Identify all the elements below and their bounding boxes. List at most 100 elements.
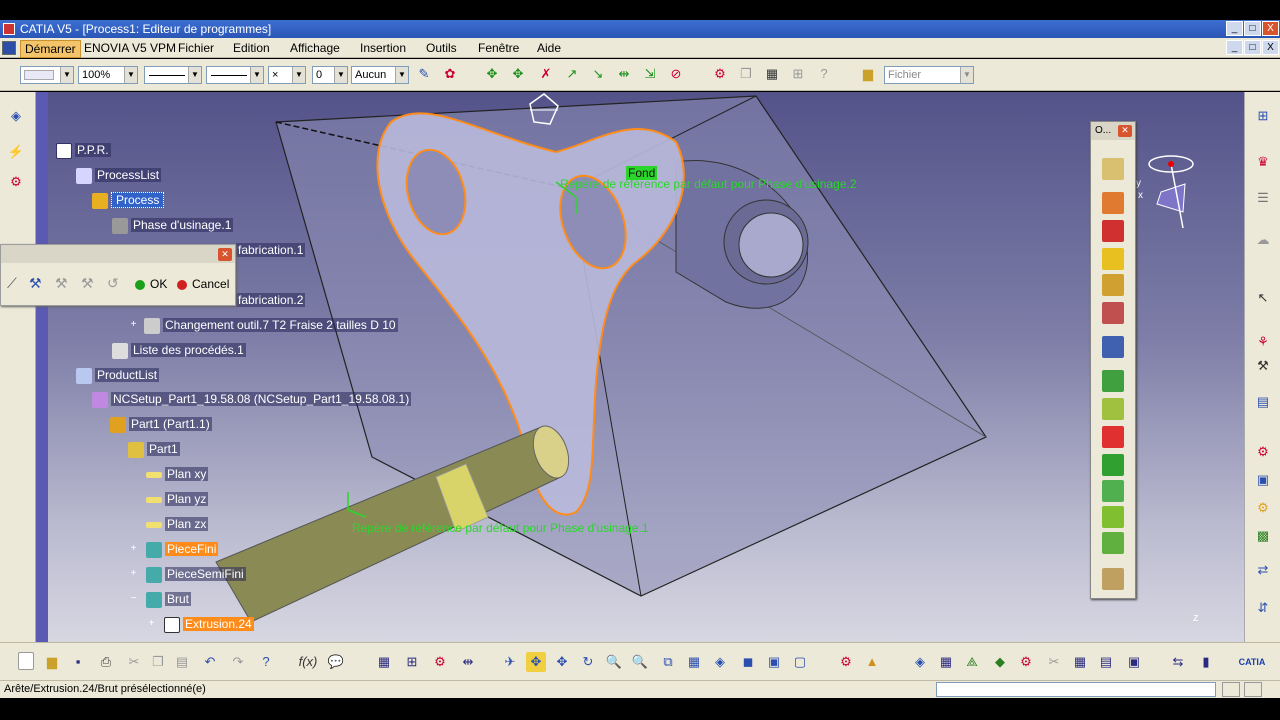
transition-icon[interactable]: ⇄ <box>1253 560 1273 580</box>
tool-icon[interactable]: ⟋ <box>7 275 25 293</box>
zlevel-icon[interactable] <box>1102 398 1124 420</box>
geometry-view-icon[interactable]: ⟁ <box>962 652 982 672</box>
rotate-icon[interactable]: ↻ <box>578 652 598 672</box>
save-icon[interactable]: ▪ <box>68 652 88 672</box>
open-folder-icon[interactable]: ▆ <box>42 652 62 672</box>
document-icon[interactable] <box>2 41 16 55</box>
copy-icon[interactable]: ❐ <box>148 652 168 672</box>
menu-outils[interactable]: Outils <box>422 40 461 56</box>
tree-item-plane-xy[interactable]: Plan xy <box>146 465 209 483</box>
redo-icon[interactable]: ↷ <box>228 652 248 672</box>
hide-show-icon[interactable]: ▣ <box>764 652 784 672</box>
pan-icon[interactable]: ✥ <box>552 652 572 672</box>
tool-path-icon[interactable]: ◈ <box>6 106 26 126</box>
transparency-combo[interactable]: 100% ▼ <box>78 66 138 84</box>
tool-view-icon[interactable]: ⚙ <box>1016 652 1036 672</box>
video-icon[interactable]: ⚒ <box>81 275 99 293</box>
report-icon[interactable]: ▤ <box>1096 652 1116 672</box>
tree-item-ppr[interactable]: P.P.R. <box>56 141 111 159</box>
axis-compute-icon[interactable]: ⇵ <box>1253 598 1273 618</box>
product-view-icon[interactable]: ◈ <box>910 652 930 672</box>
tree-item-fab2[interactable]: fabrication.2 <box>236 291 306 309</box>
menu-affichage[interactable]: Affichage <box>286 40 344 56</box>
spiral-icon[interactable] <box>1102 506 1124 528</box>
doc-restore-button[interactable]: □ <box>1244 40 1261 55</box>
sim-report-icon[interactable]: ▣ <box>1124 652 1144 672</box>
paint-brush-icon[interactable]: ✎ <box>414 64 434 84</box>
tree-item-process[interactable]: Process <box>92 191 165 209</box>
remove-icon[interactable]: ✗ <box>536 64 556 84</box>
grid-icon[interactable]: ▦ <box>374 652 394 672</box>
cancel-button[interactable]: Cancel <box>177 273 229 295</box>
formula-icon[interactable]: f(x) <box>298 652 318 672</box>
tree-item-process-list[interactable]: ProcessList <box>76 166 162 184</box>
replay-icon[interactable]: ⚒ <box>29 275 47 293</box>
properties-icon[interactable]: ✿ <box>440 64 460 84</box>
tree-item-brut[interactable]: Brut <box>146 590 192 608</box>
tree-item-plane-yz[interactable]: Plan yz <box>146 490 209 508</box>
file-combo[interactable]: Fichier ▼ <box>884 66 974 84</box>
menu-edition[interactable]: Edition <box>229 40 274 56</box>
close-button[interactable]: X <box>1262 21 1279 36</box>
help-arrow-icon[interactable]: ? <box>256 652 276 672</box>
fly-icon[interactable]: ✈ <box>500 652 520 672</box>
tree-item-plane-zx[interactable]: Plan zx <box>146 515 209 533</box>
check-icon[interactable]: ↺ <box>107 275 125 293</box>
tree-item-part1-instance[interactable]: Part1 (Part1.1) <box>110 415 212 433</box>
tree-item-extrusion[interactable]: Extrusion.24 <box>164 615 254 633</box>
menu-enovia[interactable]: ENOVIA V5 VPM <box>80 40 180 56</box>
knowledge-table-icon[interactable]: ⇹ <box>458 652 478 672</box>
image-icon[interactable]: ▦ <box>762 64 782 84</box>
profile-contouring-icon[interactable] <box>1102 248 1124 270</box>
pocketing-icon[interactable] <box>1102 192 1124 214</box>
tree-item-procedures[interactable]: Liste des procédés.1 <box>112 341 246 359</box>
new-document-icon[interactable] <box>18 652 34 670</box>
ok-button[interactable]: OK <box>135 273 167 295</box>
doc-minimize-button[interactable]: _ <box>1226 40 1243 55</box>
tree-item-ncsetup[interactable]: NCSetup_Part1_19.58.08 (NCSetup_Part1_19… <box>92 390 412 408</box>
facing-icon[interactable] <box>1102 220 1124 242</box>
table-icon[interactable]: ▦ <box>936 652 956 672</box>
help-icon[interactable]: ? <box>814 64 834 84</box>
tree-scrollbar[interactable] <box>36 92 48 642</box>
linetype-combo[interactable]: ▼ <box>144 66 202 84</box>
machining-process-icon[interactable]: ☰ <box>1253 188 1273 208</box>
move-icon[interactable]: ✥ <box>482 64 502 84</box>
tree-item-piece-fini[interactable]: PieceFini <box>146 540 219 558</box>
floating-close-icon[interactable]: ✕ <box>1118 125 1132 137</box>
maximize-button[interactable]: □ <box>1244 21 1261 36</box>
render-style-combo[interactable]: 0 ▼ <box>312 66 348 84</box>
contour-icon[interactable] <box>1102 454 1124 476</box>
offset-icon[interactable]: ▩ <box>1253 526 1273 546</box>
point-to-point-icon[interactable] <box>1102 302 1124 324</box>
layer-combo[interactable]: Aucun ▼ <box>351 66 409 84</box>
doc-close-button[interactable]: X <box>1262 40 1279 55</box>
apt-output-icon[interactable]: ▤ <box>1253 392 1273 412</box>
snap-icon[interactable]: ✥ <box>508 64 528 84</box>
filter-icon[interactable]: ✂ <box>1044 652 1064 672</box>
roughing-icon[interactable] <box>1102 426 1124 448</box>
dialog-close-icon[interactable]: ✕ <box>218 248 232 261</box>
menu-insertion[interactable]: Insertion <box>356 40 410 56</box>
machining-feature-icon[interactable] <box>1102 336 1124 358</box>
cut-icon[interactable]: ✂ <box>124 652 144 672</box>
minimize-button[interactable]: _ <box>1226 21 1243 36</box>
video-sim-icon[interactable]: ⚒ <box>1253 356 1273 376</box>
tree-icon[interactable]: ⊞ <box>402 652 422 672</box>
simulate-icon[interactable]: ⚒ <box>55 275 73 293</box>
point-symbol-combo[interactable]: × ▼ <box>268 66 306 84</box>
nc-output-icon[interactable]: ⚙ <box>1253 442 1273 462</box>
manufacturing-view-icon[interactable]: ⚙ <box>836 652 856 672</box>
normal-view-icon[interactable]: ⧉ <box>658 652 678 672</box>
copy-icon[interactable]: ❐ <box>736 64 756 84</box>
color-combo[interactable]: ▼ <box>20 66 74 84</box>
zoom-in-icon[interactable]: 🔍 <box>604 652 624 672</box>
expand-icon[interactable]: + <box>129 320 138 330</box>
shop-doc-icon[interactable]: ▣ <box>1253 470 1273 490</box>
drilling-icon[interactable] <box>1102 158 1124 180</box>
distribute-icon[interactable]: ⇲ <box>640 64 660 84</box>
status-button-2[interactable] <box>1244 682 1262 697</box>
sweeping-icon[interactable] <box>1102 370 1124 392</box>
isoparametric-icon[interactable] <box>1102 532 1124 554</box>
print-icon[interactable]: ⎙ <box>96 652 116 672</box>
